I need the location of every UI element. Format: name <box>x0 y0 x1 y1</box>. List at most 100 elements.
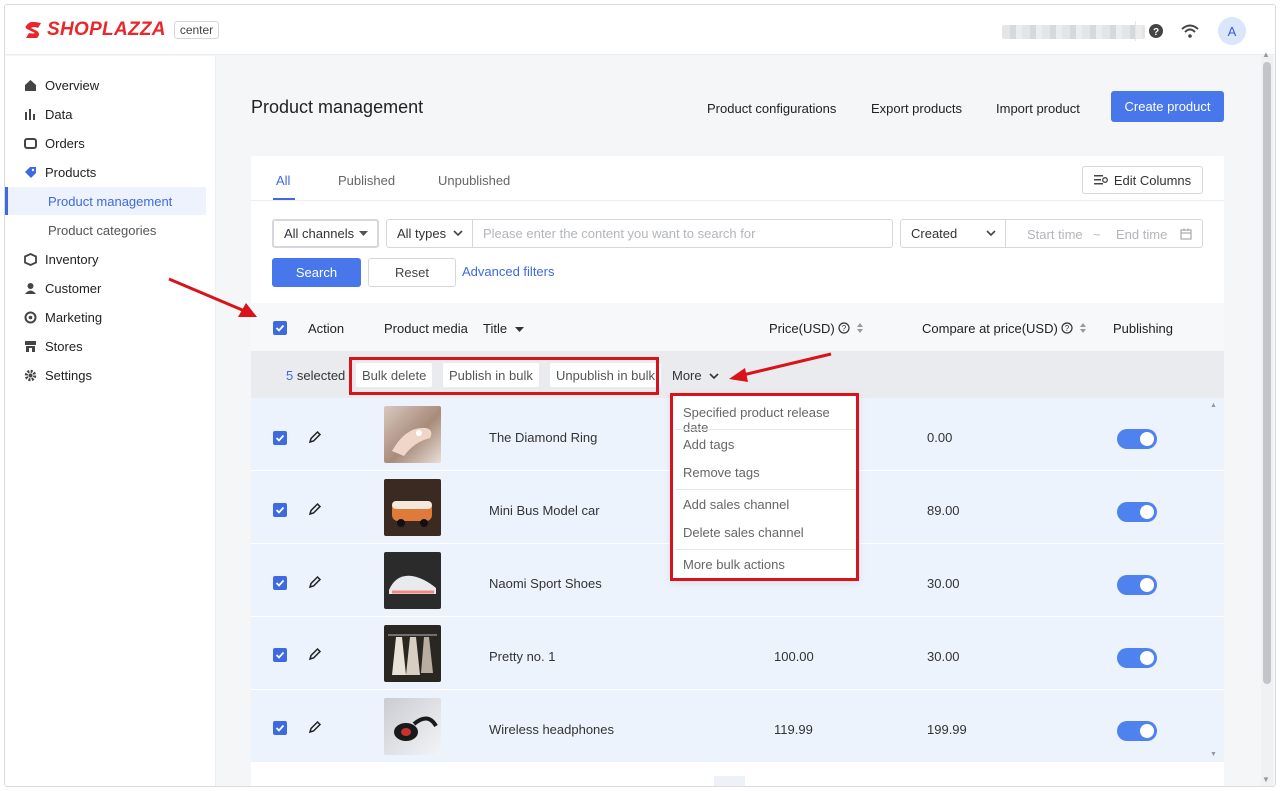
sort-icon <box>1080 323 1087 333</box>
sidebar-item-orders[interactable]: Orders <box>5 129 216 157</box>
publishing-toggle[interactable] <box>1117 502 1157 522</box>
product-thumbnail <box>384 406 441 463</box>
sort-icon <box>856 323 863 333</box>
product-title[interactable]: Naomi Sport Shoes <box>489 576 602 591</box>
page-scrollbar-thumb[interactable] <box>1263 62 1271 684</box>
edit-pencil-icon[interactable] <box>308 720 322 734</box>
help-icon[interactable]: ? <box>1148 23 1164 39</box>
publishing-toggle[interactable] <box>1117 648 1157 668</box>
sidebar-item-data[interactable]: Data <box>5 100 216 128</box>
table-scroll-up-arrow-icon[interactable]: ▲ <box>1210 402 1217 409</box>
start-time-input[interactable]: Start time <box>1027 227 1083 242</box>
target-icon <box>23 310 37 324</box>
import-product-button[interactable]: Import product <box>996 101 1080 116</box>
search-input[interactable]: Please enter the content you want to sea… <box>472 219 893 248</box>
edit-pencil-icon[interactable] <box>308 430 322 444</box>
channels-select[interactable]: All channels <box>272 219 379 248</box>
caret-down-icon <box>359 231 368 236</box>
svg-text:?: ? <box>1153 27 1159 38</box>
end-time-input[interactable]: End time <box>1116 227 1167 242</box>
product-thumbnail <box>384 698 441 755</box>
check-icon <box>275 324 285 332</box>
ring-hand-image <box>392 427 432 456</box>
wifi-icon[interactable] <box>1181 23 1199 39</box>
selected-number: 5 <box>286 368 294 383</box>
column-header-media: Product media <box>384 321 468 336</box>
avatar[interactable]: A <box>1218 17 1246 45</box>
edit-pencil-icon[interactable] <box>308 575 322 589</box>
row-checkbox[interactable] <box>273 431 287 445</box>
tab-published[interactable]: Published <box>338 173 395 188</box>
product-title[interactable]: The Diamond Ring <box>489 430 597 445</box>
select-all-checkbox[interactable] <box>273 321 287 335</box>
sidebar-item-inventory[interactable]: Inventory <box>5 245 216 273</box>
product-title[interactable]: Pretty no. 1 <box>489 649 555 664</box>
types-select[interactable]: All types <box>386 219 473 248</box>
selected-label: selected <box>296 368 346 383</box>
sidebar-item-overview[interactable]: Overview <box>5 71 216 99</box>
table-scroll-down-arrow-icon[interactable]: ▼ <box>1210 751 1217 758</box>
edit-pencil-icon[interactable] <box>308 647 322 661</box>
menu-item-add-sales-channel[interactable]: Add sales channel <box>683 497 789 512</box>
app-window: SHOPLAZZA center ? A Overview Data Order… <box>4 4 1276 787</box>
row-checkbox[interactable] <box>273 721 287 735</box>
top-bar: SHOPLAZZA center ? A <box>5 5 1275 55</box>
sidebar-item-label: Products <box>45 164 97 180</box>
sidebar-item-products[interactable]: Products <box>5 158 216 186</box>
advanced-filters-link[interactable]: Advanced filters <box>462 264 555 279</box>
sidebar-item-label: Orders <box>45 135 85 151</box>
publishing-toggle[interactable] <box>1117 575 1157 595</box>
sort-select[interactable]: Created <box>900 219 1006 248</box>
check-icon <box>275 724 285 732</box>
table-row[interactable]: Wireless headphones 119.99 199.99 <box>251 690 1224 763</box>
compare-price: 30.00 <box>927 649 960 664</box>
menu-item-remove-tags[interactable]: Remove tags <box>683 465 760 480</box>
column-header-price[interactable]: Price(USD) ? <box>769 321 864 336</box>
store-icon <box>23 339 37 353</box>
tab-all[interactable]: All <box>276 173 290 188</box>
column-header-title[interactable]: Title <box>483 321 524 336</box>
sidebar-subitem-product-categories[interactable]: Product categories <box>5 216 206 244</box>
edit-pencil-icon[interactable] <box>308 502 322 516</box>
check-icon <box>275 579 285 587</box>
menu-item-release-date[interactable]: Specified product release date <box>683 405 856 435</box>
price: 100.00 <box>774 649 814 664</box>
scroll-up-arrow-icon[interactable]: ▲ <box>1262 50 1270 59</box>
reset-button[interactable]: Reset <box>368 258 456 287</box>
table-row[interactable]: Pretty no. 1 100.00 30.00 <box>251 617 1224 690</box>
row-checkbox[interactable] <box>273 648 287 662</box>
sidebar-item-label: Customer <box>45 280 102 296</box>
brand-logo[interactable]: SHOPLAZZA center <box>23 19 220 41</box>
bar-chart-icon <box>23 107 37 121</box>
column-header-compare[interactable]: Compare at price(USD) ? <box>922 321 1087 336</box>
product-title[interactable]: Wireless headphones <box>489 722 614 737</box>
publishing-toggle[interactable] <box>1117 721 1157 741</box>
product-configurations-button[interactable]: Product configurations <box>707 101 836 116</box>
row-checkbox[interactable] <box>273 576 287 590</box>
tab-unpublished[interactable]: Unpublished <box>438 173 510 188</box>
sidebar-item-stores[interactable]: Stores <box>5 332 216 360</box>
sidebar-item-settings[interactable]: Settings <box>5 361 216 389</box>
more-dropdown-button[interactable]: More <box>672 368 719 383</box>
scroll-down-arrow-icon[interactable]: ▼ <box>1262 775 1270 784</box>
edit-columns-button[interactable]: Edit Columns <box>1082 166 1203 194</box>
export-products-button[interactable]: Export products <box>871 101 962 116</box>
annotation-arrow-checkbox <box>168 277 257 317</box>
question-circle-icon: ? <box>838 322 850 334</box>
check-icon <box>275 506 285 514</box>
compare-price: 199.99 <box>927 722 967 737</box>
pagination-hint <box>714 776 745 786</box>
row-checkbox[interactable] <box>273 503 287 517</box>
menu-item-delete-sales-channel[interactable]: Delete sales channel <box>683 525 804 540</box>
active-tab-indicator <box>273 198 295 200</box>
menu-item-more-bulk-actions[interactable]: More bulk actions <box>683 557 785 572</box>
search-button[interactable]: Search <box>272 258 361 287</box>
gear-icon <box>23 368 37 382</box>
create-product-button[interactable]: Create product <box>1111 91 1224 122</box>
publishing-toggle[interactable] <box>1117 429 1157 449</box>
sidebar-subitem-product-management[interactable]: Product management <box>5 187 206 215</box>
menu-item-add-tags[interactable]: Add tags <box>683 437 734 452</box>
compare-price: 0.00 <box>927 430 953 445</box>
product-title[interactable]: Mini Bus Model car <box>489 503 600 518</box>
date-range-picker[interactable]: Start time ~ End time <box>1005 219 1203 248</box>
